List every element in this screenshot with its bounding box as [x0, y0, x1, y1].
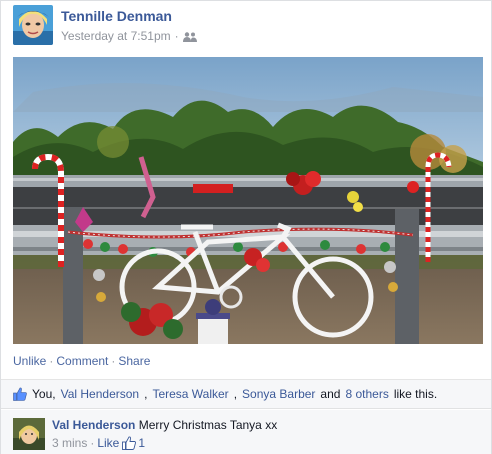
unlike-link[interactable]: Unlike	[13, 354, 46, 368]
post-photo[interactable]	[13, 57, 483, 344]
post-author-name[interactable]: Tennille Denman	[61, 8, 172, 24]
friends-icon[interactable]	[182, 31, 197, 42]
action-separator: ·	[49, 354, 54, 368]
comment-meta-separator: ·	[90, 436, 95, 450]
meta-separator: ·	[174, 29, 179, 43]
likes-suffix: like this.	[393, 387, 438, 401]
author-avatar[interactable]	[13, 5, 53, 45]
comment-body: Val Henderson Merry Christmas Tanya xx	[52, 418, 277, 432]
post-card: Tennille Denman Yesterday at 7:51pm · Un…	[0, 0, 492, 454]
comment-like-count-value: 1	[138, 436, 146, 450]
comment-author[interactable]: Val Henderson	[52, 418, 135, 432]
comment-meta: 3 mins · Like 1	[52, 436, 145, 450]
likes-you: You,	[32, 387, 56, 401]
post-actions: Unlike · Comment · Share	[13, 354, 150, 368]
comment-item: Val Henderson Merry Christmas Tanya xx 3…	[1, 410, 491, 454]
post-meta: Yesterday at 7:51pm ·	[61, 29, 197, 43]
comment-like-count[interactable]: 1	[122, 436, 145, 450]
liker-link[interactable]: Val Henderson	[61, 387, 140, 401]
likes-and: and	[320, 387, 341, 401]
comment-text: Merry Christmas Tanya xx	[138, 418, 278, 432]
liker-link[interactable]: Sonya Barber	[242, 387, 315, 401]
liker-link[interactable]: Teresa Walker	[152, 387, 228, 401]
post-header: Tennille Denman Yesterday at 7:51pm ·	[13, 5, 483, 47]
likes-summary: You, Val Henderson, Teresa Walker, Sonya…	[1, 379, 491, 409]
post-timestamp[interactable]: Yesterday at 7:51pm	[61, 29, 171, 43]
comment-time[interactable]: 3 mins	[52, 436, 87, 450]
comment-link[interactable]: Comment	[56, 354, 108, 368]
share-link[interactable]: Share	[118, 354, 150, 368]
comment-like-link[interactable]: Like	[97, 436, 119, 450]
like-thumb-icon	[122, 436, 137, 450]
likes-others-link[interactable]: 8 others	[345, 387, 388, 401]
action-separator: ·	[111, 354, 116, 368]
commenter-avatar[interactable]	[13, 418, 45, 450]
like-thumb-icon	[13, 387, 27, 401]
